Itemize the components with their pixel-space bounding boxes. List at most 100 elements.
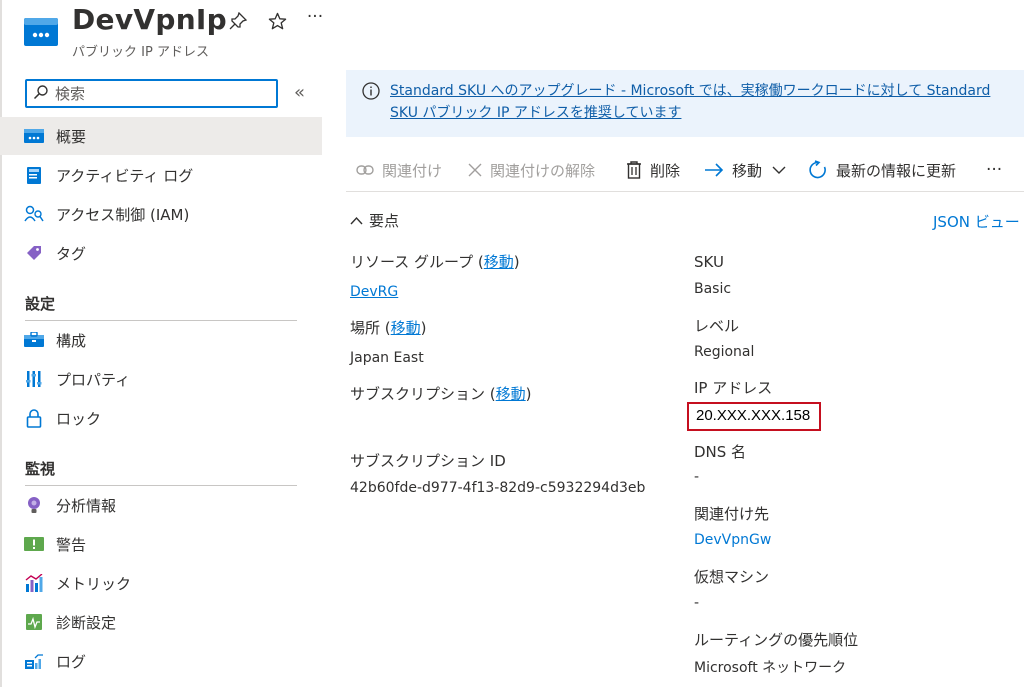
banner-text-line1: Standard SKU へのアップグレード - Microsoft では、実稼… (390, 83, 991, 99)
properties-icon (24, 369, 44, 389)
sku-label: SKU (694, 253, 724, 271)
sidebar-item-tags[interactable]: タグ (0, 234, 322, 272)
location-value: Japan East (350, 350, 424, 366)
configuration-icon (24, 330, 44, 350)
dissociate-label: 関連付けの解除 (490, 161, 596, 180)
resource-group-value[interactable]: DevRG (350, 284, 398, 300)
resource-type-subtitle: パブリック IP アドレス (72, 45, 209, 60)
upgrade-info-banner: Standard SKU へのアップグレード - Microsoft では、実稼… (346, 70, 1024, 137)
location-move-link[interactable]: 移動 (391, 319, 421, 337)
subscription-id-label: サブスクリプション ID (350, 452, 506, 470)
sidebar-item-label: 警告 (56, 535, 87, 554)
more-options-icon[interactable]: ··· (304, 6, 326, 28)
essentials-toggle[interactable]: 要点 (350, 210, 399, 231)
sidebar-item-properties[interactable]: プロパティ (0, 360, 322, 398)
star-icon[interactable] (266, 10, 288, 32)
sidebar-item-label: プロパティ (56, 370, 131, 389)
sku-value: Basic (694, 281, 732, 297)
sidebar-item-iam[interactable]: アクセス制御 (IAM) (0, 195, 322, 233)
logs-icon (24, 651, 44, 671)
routing-preference-value: Microsoft ネットワーク (694, 660, 847, 676)
sidebar-item-locks[interactable]: ロック (0, 399, 322, 437)
sidebar-item-alerts[interactable]: 警告 (0, 525, 322, 563)
sidebar-item-label: アクティビティ ログ (56, 166, 194, 185)
sidebar-item-label: 分析情報 (56, 496, 117, 515)
associated-to-label: 関連付け先 (694, 505, 770, 523)
subscription-move-link[interactable]: 移動 (496, 385, 526, 403)
associate-label: 関連付け (382, 161, 443, 180)
essentials-label: 要点 (369, 212, 400, 230)
dns-name-value: - (694, 469, 700, 485)
associate-button[interactable]: 関連付け (356, 158, 442, 182)
subscription-label-text: サブスクリプション (350, 385, 486, 403)
overview-icon (24, 126, 44, 146)
delete-label: 削除 (650, 161, 681, 180)
sidebar-item-label: メトリック (56, 574, 132, 593)
section-title-monitoring: 監視 (25, 460, 56, 478)
subscription-label: サブスクリプション (移動) (350, 385, 532, 403)
move-button[interactable]: 移動 (704, 158, 786, 182)
resource-group-label: リソース グループ (移動) (350, 253, 520, 271)
sidebar-item-insights[interactable]: 分析情報 (0, 486, 322, 524)
delete-button[interactable]: 削除 (626, 158, 680, 182)
chevron-up-icon (350, 216, 363, 225)
section-title-settings: 設定 (25, 295, 56, 313)
tier-label: レベル (694, 317, 740, 335)
resource-group-move-link[interactable]: 移動 (484, 253, 514, 271)
link-icon (356, 163, 374, 177)
page-title: DevVpnIp (72, 3, 227, 36)
sidebar-item-overview[interactable]: 概要 (0, 117, 322, 155)
iam-icon (24, 204, 44, 224)
info-icon (362, 82, 380, 104)
resource-group-label-text: リソース グループ (350, 253, 474, 271)
associated-to-value[interactable]: DevVpnGw (694, 532, 771, 548)
diagnostic-settings-icon (24, 612, 44, 632)
insights-icon (24, 495, 44, 515)
routing-preference-label: ルーティングの優先順位 (694, 631, 859, 649)
sidebar-item-logs[interactable]: ログ (0, 642, 322, 680)
arrow-right-icon (704, 163, 724, 177)
command-bar-divider (346, 191, 1024, 192)
lock-icon (24, 408, 44, 428)
resource-menu: « 概要 アクティビティ ログ アクセス制御 (IAM) タグ 設定 構成 (0, 70, 322, 687)
close-icon (468, 163, 482, 177)
sidebar-item-label: 概要 (56, 127, 87, 146)
sidebar-item-label: ログ (56, 652, 87, 671)
more-commands-button[interactable]: ··· (986, 158, 1002, 182)
refresh-icon (808, 160, 828, 180)
sidebar-item-diagnostic-settings[interactable]: 診断設定 (0, 603, 322, 641)
pin-icon[interactable] (227, 10, 249, 32)
menu-search-box[interactable] (25, 79, 278, 108)
sidebar-item-activity-log[interactable]: アクティビティ ログ (0, 156, 322, 194)
sidebar-item-label: タグ (56, 244, 87, 263)
resource-header: DevVpnIp パブリック IP アドレス ··· (0, 0, 1024, 70)
public-ip-resource-icon (24, 16, 58, 46)
collapse-menu-button[interactable]: « (294, 82, 305, 103)
activity-log-icon (24, 165, 44, 185)
json-view-link[interactable]: JSON ビュー (933, 211, 1020, 232)
refresh-button[interactable]: 最新の情報に更新 (808, 158, 956, 182)
subscription-id-value: 42b60fde-d977-4f13-82d9-c5932294d3eb (350, 480, 646, 496)
dns-name-label: DNS 名 (694, 443, 747, 461)
sidebar-item-label: 診断設定 (56, 613, 117, 632)
search-icon (33, 84, 49, 104)
dissociate-button[interactable]: 関連付けの解除 (468, 158, 595, 182)
chevron-down-icon (772, 166, 786, 175)
move-label: 移動 (732, 161, 763, 180)
sidebar-item-label: ロック (56, 409, 102, 428)
banner-text-line2: SKU パブリック IP アドレスを推奨しています (390, 105, 682, 121)
tag-icon (24, 243, 44, 263)
metrics-icon (24, 573, 44, 593)
trash-icon (626, 161, 642, 179)
sidebar-item-label: アクセス制御 (IAM) (56, 205, 190, 224)
upgrade-banner-link[interactable]: Standard SKU へのアップグレード - Microsoft では、実稼… (390, 80, 1000, 124)
location-label-text: 場所 (350, 319, 381, 337)
ip-address-label: IP アドレス (694, 379, 773, 397)
sidebar-item-label: 構成 (56, 331, 87, 350)
command-bar: 関連付け 関連付けの解除 削除 移動 最新の情報に更新 ··· (346, 150, 1024, 190)
ip-address-value: 20.XXX.XXX.158 (696, 407, 811, 424)
tier-value: Regional (694, 344, 755, 360)
sidebar-item-configuration[interactable]: 構成 (0, 321, 322, 359)
search-input[interactable] (55, 84, 255, 103)
sidebar-item-metrics[interactable]: メトリック (0, 564, 322, 602)
